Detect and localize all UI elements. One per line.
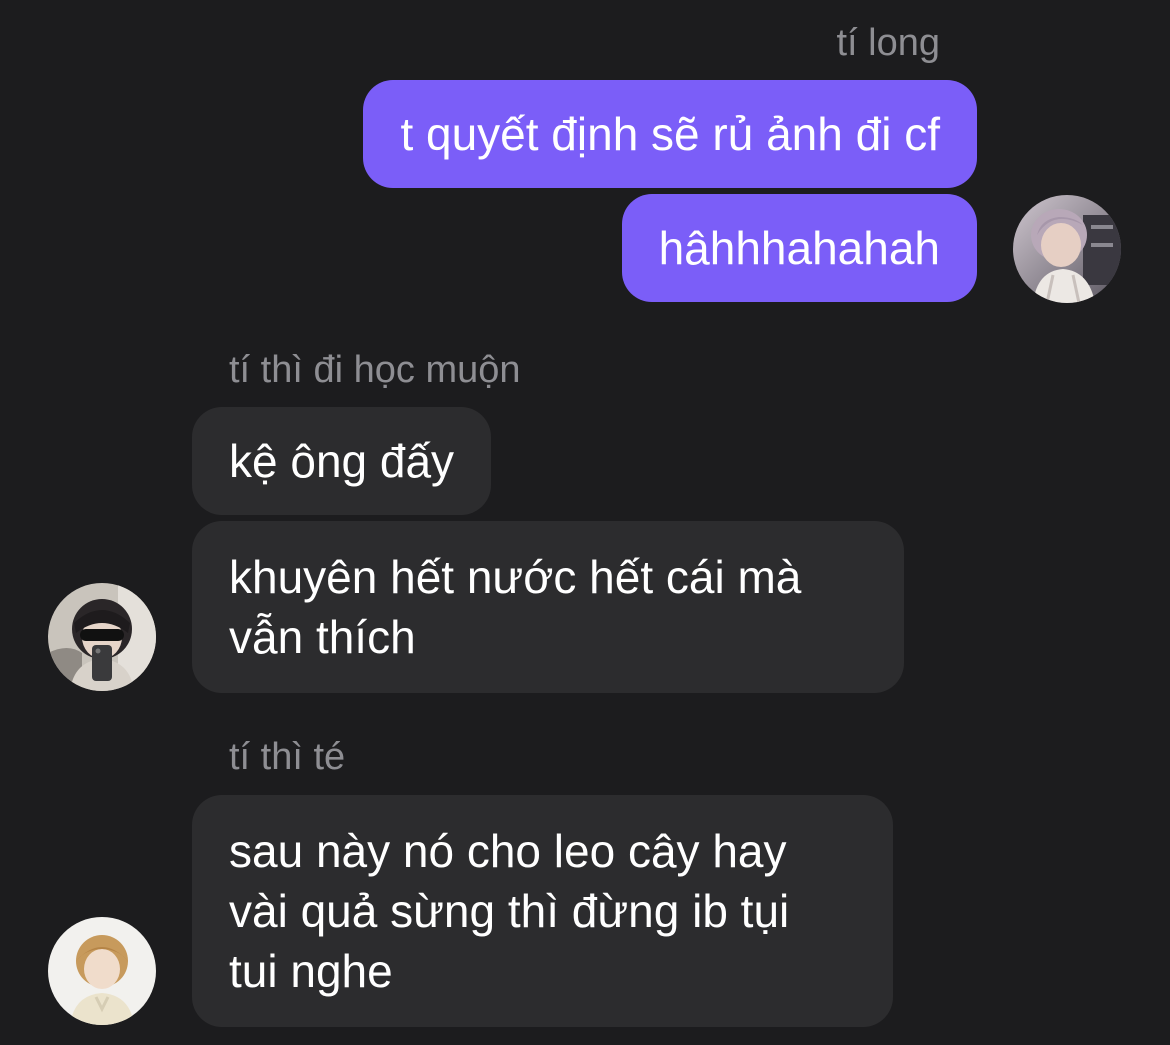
user-avatar-icon[interactable]: [1013, 195, 1121, 303]
sender-name: tí long: [836, 22, 940, 64]
message-bubble[interactable]: sau này nó cho leo cây hay vài quả sừng …: [192, 795, 893, 1027]
message-bubble[interactable]: t quyết định sẽ rủ ảnh đi cf: [363, 80, 977, 188]
message-bubble[interactable]: khuyên hết nước hết cái mà vẫn thích: [192, 521, 904, 693]
message-bubble[interactable]: hâhhhahahah: [621, 194, 977, 302]
message-text: vài quả sừng thì đừng ib tụi: [229, 885, 790, 937]
user-avatar-icon[interactable]: [48, 917, 156, 1025]
user-avatar-icon[interactable]: [48, 583, 156, 691]
message-text: khuyên hết nước hết cái mà: [229, 551, 802, 603]
sender-name: tí thì té: [229, 736, 346, 778]
message-text: vẫn thích: [229, 611, 416, 663]
avatar-photo: [48, 583, 156, 691]
message-text: tui nghe: [229, 945, 393, 997]
avatar-photo: [1013, 195, 1121, 303]
avatar-photo: [48, 917, 156, 1025]
message-text: kệ ông đấy: [229, 435, 455, 487]
message-text: t quyết định sẽ rủ ảnh đi cf: [400, 108, 940, 160]
message-bubble[interactable]: kệ ông đấy: [192, 407, 492, 515]
sender-name: tí thì đi học muộn: [229, 349, 521, 391]
message-text: sau này nó cho leo cây hay: [229, 825, 787, 877]
message-text: hâhhhahahah: [658, 222, 940, 274]
